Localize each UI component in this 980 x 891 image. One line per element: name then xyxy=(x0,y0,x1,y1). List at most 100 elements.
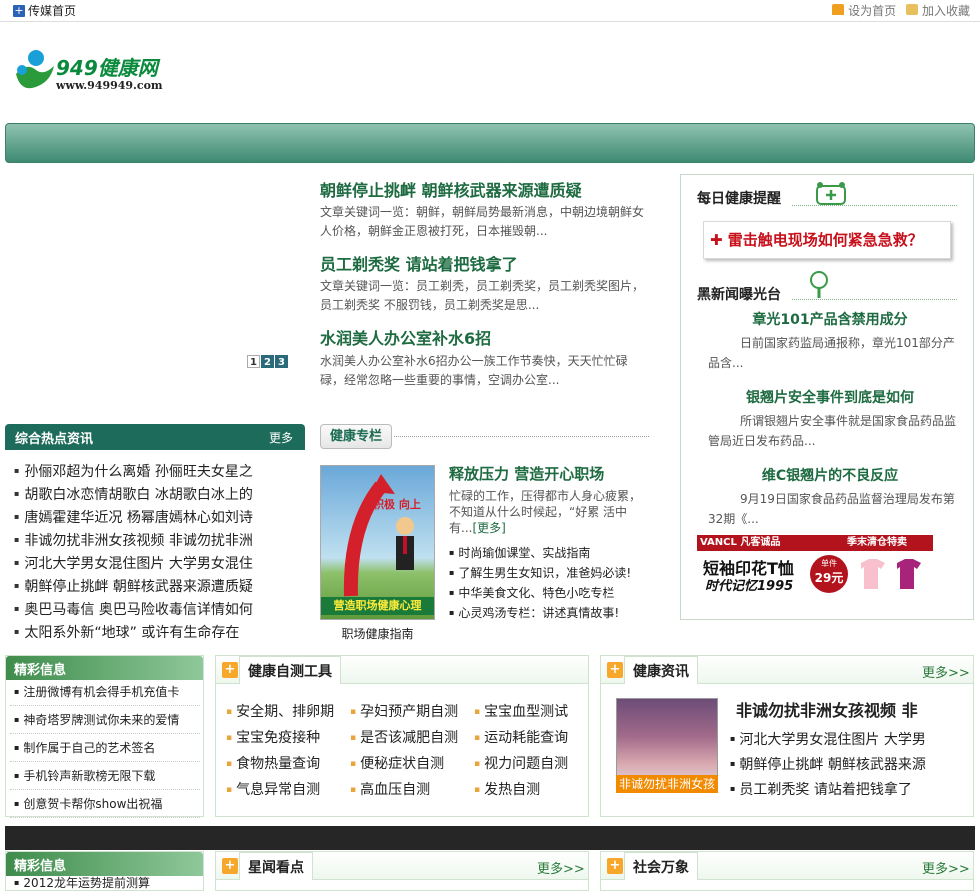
tool-link[interactable]: 便秘症状自测 xyxy=(350,753,444,773)
tool-link[interactable]: 视力问题自测 xyxy=(474,753,568,773)
list-item[interactable]: 心灵鸡汤专栏：讲述真情故事! xyxy=(449,603,631,623)
exposure-2-title[interactable]: 银翘片安全事件到底是如何 xyxy=(690,387,970,407)
plus-icon: + xyxy=(222,858,238,874)
tool-link[interactable]: 食物热量查询 xyxy=(226,753,320,773)
tool-link[interactable]: 高血压自测 xyxy=(350,779,430,799)
list-item[interactable]: 员工剃秃奖 请站着把钱拿了 xyxy=(730,777,970,802)
health-info-list: 河北大学男女混住图片 大学男 朝鲜停止挑衅 朝鲜核武器来源 员工剃秃奖 请站着把… xyxy=(730,727,970,802)
list-item[interactable]: 时尚瑜伽课堂、实战指南 xyxy=(449,543,631,563)
headline-2-title[interactable]: 员工剃秃奖 请站着把钱拿了 xyxy=(320,251,518,275)
list-item[interactable]: 了解生男生女知识，准爸妈必读! xyxy=(449,563,631,583)
exposure-2-desc: 所谓银翘片安全事件就是国家食品药品监管局近日发布药品... xyxy=(708,414,957,448)
list-item[interactable]: 胡歌白冰恋情胡歌白 冰胡歌白冰上的 xyxy=(14,483,259,506)
vancl-ad-banner[interactable]: VANCL 凡客诚品 季末清仓特卖 短袖印花T恤 时代记忆1995 单件 29元 xyxy=(697,535,933,595)
add-favorite-link[interactable]: 加入收藏 xyxy=(906,2,970,19)
list-item[interactable]: 孙俪邓超为什么离婚 孙俪旺夫女星之 xyxy=(14,460,259,483)
society-tab[interactable]: 社会万象 xyxy=(624,852,698,880)
health-column-headline[interactable]: 释放压力 营造开心职场 xyxy=(449,463,604,484)
tool-link[interactable]: 运动耗能查询 xyxy=(474,727,568,747)
list-item[interactable]: 河北大学男女混住图片 大学男 xyxy=(730,727,970,752)
exposure-1-title[interactable]: 章光101产品含禁用成分 xyxy=(690,309,970,329)
plus-icon: + xyxy=(222,662,238,678)
headline-3-title[interactable]: 水润美人办公室补水6招 xyxy=(320,325,491,349)
headline-3-desc: 水润美人办公室补水6招办公一族工作节奏快，天天忙忙碌碌，经常忽略一些重要的事情，… xyxy=(320,354,628,387)
health-column-tab[interactable]: 健康专栏 xyxy=(320,424,392,449)
featured-info-title: 精彩信息 xyxy=(14,663,67,678)
image-banner: 营造职场健康心理 xyxy=(321,597,434,615)
headline-1-desc: 文章关键词一览：朝鲜，朝鲜局势最新消息，中朝边境朝鲜女人价格，朝鲜金正恩被打死，… xyxy=(320,205,645,238)
tool-link[interactable]: 安全期、排卵期 xyxy=(226,701,334,721)
list-item[interactable]: 中华美食文化、特色小吃专栏 xyxy=(449,583,631,603)
hot-news-more-link[interactable]: 更多 xyxy=(269,429,293,446)
featured-info-list-2: 2012龙年运势提前测算 xyxy=(10,874,200,891)
tool-link[interactable]: 是否该减肥自测 xyxy=(350,727,458,747)
logo-url: www.949949.com xyxy=(56,79,163,92)
star-news-more-link[interactable]: 更多>> xyxy=(537,858,585,877)
list-item[interactable]: 奥巴马毒信 奥巴马险收毒信详情如何 xyxy=(14,598,259,621)
health-column-more-link[interactable]: [更多] xyxy=(472,521,505,535)
vancl-price-badge: 单件 29元 xyxy=(810,555,848,593)
vancl-subtitle: 时代记忆1995 xyxy=(705,579,794,594)
red-cross-icon: ✚ xyxy=(710,231,728,249)
plus-icon: + xyxy=(607,662,623,678)
list-item[interactable]: 2012龙年运势提前测算 xyxy=(10,874,200,891)
set-home-label: 设为首页 xyxy=(848,4,897,18)
headline-1-title[interactable]: 朝鲜停止挑衅 朝鲜核武器来源遭质疑 xyxy=(320,177,582,201)
list-item[interactable]: 注册微博有机会得手机充值卡 xyxy=(10,678,200,706)
top-bar: + 传媒首页 设为首页 加入收藏 xyxy=(0,0,980,22)
slideshow[interactable] xyxy=(5,175,305,375)
list-item[interactable]: 制作属于自己的艺术签名 xyxy=(10,734,200,762)
slider-pagination: 1 2 3 xyxy=(247,355,288,368)
list-item[interactable]: 非诚勿扰非洲女孩视频 非诚勿扰非洲 xyxy=(14,529,259,552)
health-tools-tab[interactable]: 健康自测工具 xyxy=(239,656,341,684)
black-news-heading: 黑新闻曝光台 xyxy=(697,287,781,303)
list-item[interactable]: 河北大学男女混住图片 大学男女混住 xyxy=(14,552,259,575)
slider-page-3[interactable]: 3 xyxy=(275,355,288,368)
slider-page-1[interactable]: 1 xyxy=(247,355,260,368)
exposure-1-desc: 日前国家药监局通报称，章光101部分产品含... xyxy=(708,336,955,370)
health-column-divider xyxy=(394,436,649,437)
list-item[interactable]: 朝鲜停止挑衅 朝鲜核武器来源遭质疑 xyxy=(14,575,259,598)
list-item[interactable]: 朝鲜停止挑衅 朝鲜核武器来源 xyxy=(730,752,970,777)
vancl-brand: VANCL 凡客诚品 xyxy=(700,537,781,548)
health-info-image-caption: 非诚勿扰非洲女孩 xyxy=(616,775,718,793)
media-home-link[interactable]: + 传媒首页 xyxy=(13,2,76,19)
daily-health-heading: 每日健康提醒 xyxy=(697,191,781,207)
workplace-health-image[interactable]: 积极 向上 营造职场健康心理 xyxy=(320,465,435,620)
workplace-caption: 职场健康指南 xyxy=(341,627,414,641)
featured-info-list: 注册微博有机会得手机充值卡 神奇塔罗牌测试你未来的爱情 制作属于自己的艺术签名 … xyxy=(10,678,200,818)
rescue-tip-banner[interactable]: ✚ 雷击触电现场如何紧急急救？ xyxy=(703,221,951,259)
tool-link[interactable]: 孕妇预产期自测 xyxy=(350,701,458,721)
hot-news-list: 孙俪邓超为什么离婚 孙俪旺夫女星之 胡歌白冰恋情胡歌白 冰胡歌白冰上的 唐嫣霍建… xyxy=(14,460,259,644)
society-more-link[interactable]: 更多>> xyxy=(922,858,970,877)
health-info-tab[interactable]: 健康资讯 xyxy=(624,656,698,684)
list-item[interactable]: 太阳系外新“地球” 或许有生命存在 xyxy=(14,621,259,644)
first-aid-kit-icon xyxy=(816,182,846,205)
slider-page-2[interactable]: 2 xyxy=(261,355,274,368)
set-home-link[interactable]: 设为首页 xyxy=(832,2,896,19)
exposure-3-title[interactable]: 维C银翘片的不良反应 xyxy=(690,465,970,485)
headline-2-desc: 文章关键词一览：员工剃秃，员工剃秃奖，员工剃秃奖图片，员工剃秃奖 不服罚钱，员工… xyxy=(320,279,645,312)
exposure-3-desc: 9月19日国家食品药品监督治理局发布第32期《... xyxy=(708,492,955,526)
magnifier-icon xyxy=(810,271,828,298)
list-item[interactable]: 唐嫣霍建华近况 杨幂唐嫣林心如刘诗 xyxy=(14,506,259,529)
list-item[interactable]: 手机铃声新歌榜无限下载 xyxy=(10,762,200,790)
tool-link[interactable]: 宝宝血型测试 xyxy=(474,701,568,721)
rescue-tip-text: 雷击触电现场如何紧急急救？ xyxy=(727,231,923,249)
plus-square-icon: + xyxy=(13,3,25,17)
star-news-tab[interactable]: 星闻看点 xyxy=(239,852,313,880)
featured-info-title-2: 精彩信息 xyxy=(14,859,67,874)
health-info-headline[interactable]: 非诚勿扰非洲女孩视频 非 xyxy=(736,697,972,721)
health-info-more-link[interactable]: 更多>> xyxy=(922,662,970,681)
list-item[interactable]: 神奇塔罗牌测试你未来的爱情 xyxy=(10,706,200,734)
vancl-price: 29元 xyxy=(814,571,844,585)
media-home-label: 传媒首页 xyxy=(28,4,77,18)
tool-link[interactable]: 发热自测 xyxy=(474,779,540,799)
plus-icon: + xyxy=(607,858,623,874)
logo-figure-icon xyxy=(16,50,54,89)
tool-link[interactable]: 宝宝免疫接种 xyxy=(226,727,320,747)
tool-link[interactable]: 气息异常自测 xyxy=(226,779,320,799)
list-item[interactable]: 创意贺卡帮你show出祝福 xyxy=(10,790,200,818)
logo-name: 949健康网 xyxy=(56,56,158,80)
hot-news-title: 综合热点资讯 xyxy=(15,432,94,447)
